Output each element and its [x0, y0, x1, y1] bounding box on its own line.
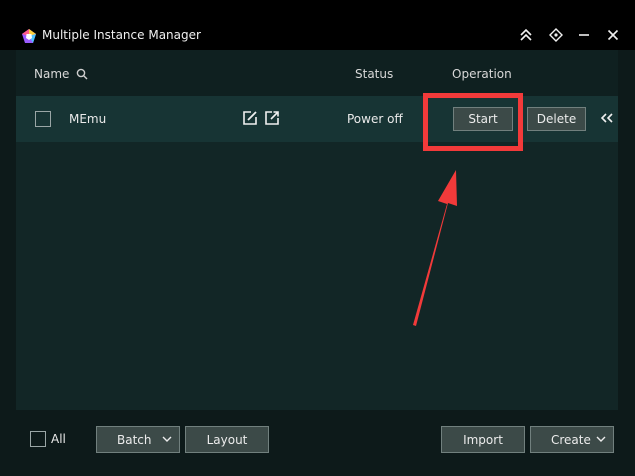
column-header-operation: Operation	[452, 67, 512, 81]
instance-manager-window: Multiple Instance Manager Name Status Op…	[0, 0, 635, 476]
search-icon[interactable]	[76, 68, 88, 80]
instance-status: Power off	[347, 112, 403, 126]
select-all-label: All	[51, 432, 66, 446]
app-logo-icon	[22, 29, 36, 43]
titlebar: Multiple Instance Manager	[0, 0, 635, 50]
close-button[interactable]	[604, 26, 622, 44]
create-label: Create	[551, 432, 591, 447]
collapse-up-button[interactable]	[517, 26, 535, 44]
table-header: Name Status Operation	[16, 50, 618, 96]
annotation-arrow	[413, 170, 457, 326]
double-chevron-up-icon	[520, 28, 532, 41]
select-all-checkbox[interactable]	[30, 431, 46, 447]
footer-bar: All Batch Layout Import Create	[0, 410, 635, 476]
layout-button[interactable]: Layout	[185, 426, 269, 453]
edit-icon[interactable]	[242, 110, 258, 126]
minimize-icon	[579, 34, 589, 36]
chevron-down-icon	[162, 436, 172, 442]
delete-button[interactable]: Delete	[527, 107, 586, 131]
row-select-checkbox[interactable]	[35, 111, 51, 127]
instance-name: MEmu	[69, 112, 107, 126]
window-title: Multiple Instance Manager	[42, 28, 201, 42]
table-row: MEmu Power off Start Delete	[16, 96, 618, 142]
column-header-name: Name	[34, 67, 70, 81]
double-chevron-left-icon	[600, 113, 613, 123]
minimize-button[interactable]	[575, 26, 593, 44]
annotation-highlight-box	[423, 93, 523, 151]
column-header-status: Status	[355, 67, 394, 81]
close-icon	[607, 29, 619, 41]
instance-table: Name Status Operation MEmu Power off Sta…	[16, 50, 618, 410]
pin-icon	[549, 28, 563, 42]
create-button[interactable]: Create	[530, 426, 614, 453]
pin-button[interactable]	[547, 26, 565, 44]
batch-button[interactable]: Batch	[96, 426, 180, 453]
chevron-down-icon	[596, 436, 606, 442]
expand-row-button[interactable]	[598, 109, 616, 127]
open-external-icon[interactable]	[264, 110, 280, 126]
batch-label: Batch	[117, 432, 152, 447]
import-button[interactable]: Import	[441, 426, 525, 453]
